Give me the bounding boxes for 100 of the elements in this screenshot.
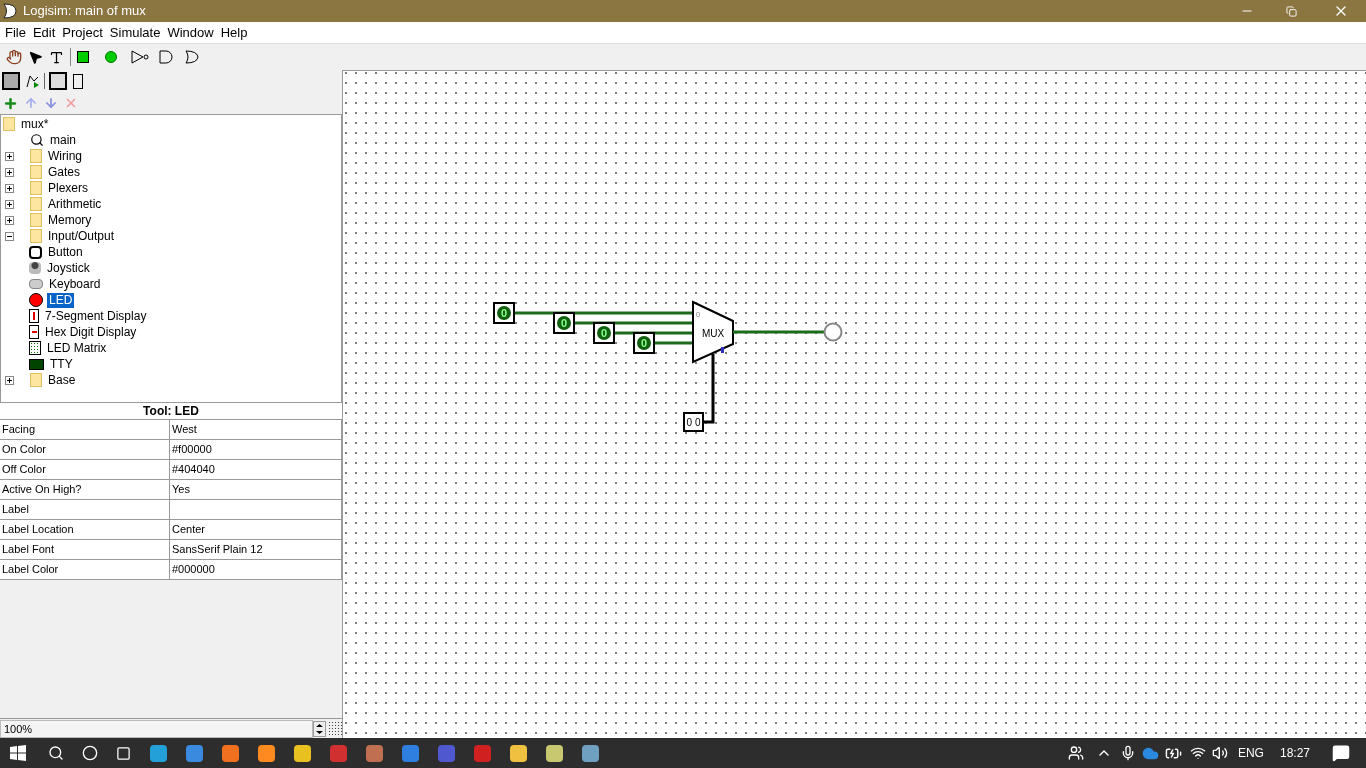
tree-item[interactable]: TTY [48,356,75,372]
input-pin[interactable]: 0 [593,322,615,344]
text-tool-icon[interactable] [49,49,64,65]
zoom-spinner-icon[interactable] [313,720,326,737]
folder-icon [30,213,42,227]
seven-segment-icon [29,309,39,323]
selector-pin[interactable] [683,412,704,432]
taskbar-app-icon[interactable] [186,744,203,762]
people-icon[interactable] [1067,745,1084,761]
expand-icon[interactable] [5,167,14,177]
folder-icon [30,181,42,195]
folder-icon [30,373,42,387]
taskbar-app-icon[interactable] [222,744,239,762]
attribute-value[interactable]: #404040 [170,460,342,479]
expand-icon[interactable] [5,183,14,193]
attribute-value[interactable]: Yes [170,480,342,499]
menu-item[interactable]: Project [59,22,106,43]
attribute-value[interactable]: SansSerif Plain 12 [170,540,342,559]
joystick-icon [29,262,41,274]
expand-icon[interactable] [5,215,14,225]
attribute-name: Facing [0,420,170,439]
cortana-icon[interactable] [82,745,98,761]
grid-toggle-icon[interactable] [328,720,342,737]
pointer-tool-icon[interactable] [28,49,43,65]
output-led[interactable] [823,322,843,342]
zoom-field[interactable]: 100% [0,719,313,738]
move-down-icon[interactable] [44,96,58,110]
taskbar-app-icon[interactable] [150,744,167,762]
not-gate-icon[interactable] [131,50,149,64]
appearance-view-icon[interactable] [73,73,83,89]
clock[interactable]: 18:27 [1279,744,1310,762]
menu-item[interactable]: Help [217,22,251,43]
attribute-value[interactable]: Center [170,520,342,539]
tree-item[interactable]: main [48,132,78,148]
tree-item[interactable]: Keyboard [47,276,103,292]
input-pin-icon[interactable] [77,51,89,63]
folder-icon [3,117,15,131]
notifications-icon[interactable] [1332,744,1350,762]
tree-item[interactable]: Input/Output [46,228,117,244]
taskbar-app-icon[interactable] [402,744,419,762]
tree-item[interactable]: Arithmetic [46,196,104,212]
restore-icon[interactable] [1286,5,1297,17]
attribute-name: Label Font [0,540,170,559]
multiplexer[interactable] [692,300,734,364]
input-pin[interactable]: 0 [493,302,515,324]
tree-item[interactable]: Gates [46,164,82,180]
tree-item[interactable]: Plexers [46,180,90,196]
attribute-name: Label Color [0,560,170,579]
taskbar-app-icon[interactable] [366,744,383,762]
tree-item[interactable]: Base [46,372,78,388]
menu-item[interactable]: File [2,22,29,43]
hand-tool-icon[interactable] [6,49,22,65]
expand-icon[interactable] [5,151,14,161]
taskbar-app-icon[interactable] [258,744,275,762]
tree-item[interactable]: 7-Segment Display [43,308,149,324]
input-pin[interactable]: 0 [633,332,655,354]
selector-wire [703,354,715,424]
add-circuit-icon[interactable] [3,95,18,111]
attribute-value[interactable]: #000000 [170,560,342,579]
layout-view-icon[interactable] [49,72,67,90]
task-view-icon[interactable] [116,745,131,761]
menu-item[interactable]: Window [164,22,217,43]
language-indicator[interactable]: ENG [1237,744,1264,762]
tree-item[interactable]: LED Matrix [45,340,109,356]
folder-icon [30,229,42,243]
taskbar-app-icon[interactable] [510,744,527,762]
and-gate-icon[interactable] [159,50,173,64]
volume-icon[interactable] [1211,745,1228,761]
wifi-icon[interactable] [1189,745,1206,761]
search-icon[interactable] [48,745,64,761]
or-gate-icon[interactable] [185,50,199,64]
attribute-name: Off Color [0,460,170,479]
taskbar-app-icon[interactable] [546,744,563,762]
tree-item[interactable]: Hex Digit Display [43,324,139,340]
menu-item[interactable]: Edit [29,22,59,43]
tree-item[interactable]: Memory [46,212,94,228]
attribute-name: Label [0,500,170,519]
tree-item[interactable]: Joystick [45,260,92,276]
wrench-tool-icon[interactable] [2,72,20,90]
collapse-icon[interactable] [5,231,14,241]
output-pin-icon[interactable] [105,51,117,63]
input-pin[interactable]: 0 [553,312,575,334]
led-icon [29,293,43,307]
expand-icon[interactable] [5,199,14,209]
menu-item[interactable]: Simulate [106,22,164,43]
windows-start-icon[interactable] [10,745,26,761]
tree-item[interactable]: mux* [19,116,51,132]
simulation-tree-icon[interactable] [24,73,40,89]
attribute-value[interactable]: West [170,420,342,439]
selector-pin-value: 0 0 [686,417,701,428]
attribute-value[interactable]: #f00000 [170,440,342,459]
keyboard-icon [29,279,43,289]
taskbar-app-icon[interactable] [294,744,311,762]
tree-item[interactable]: Button [46,244,85,260]
folder-icon [30,165,42,179]
tree-item[interactable]: Wiring [46,148,84,164]
expand-icon[interactable] [5,375,14,385]
tree-item[interactable]: LED [47,292,75,308]
taskbar-app-icon[interactable] [582,744,599,762]
terminal-icon [29,358,44,370]
